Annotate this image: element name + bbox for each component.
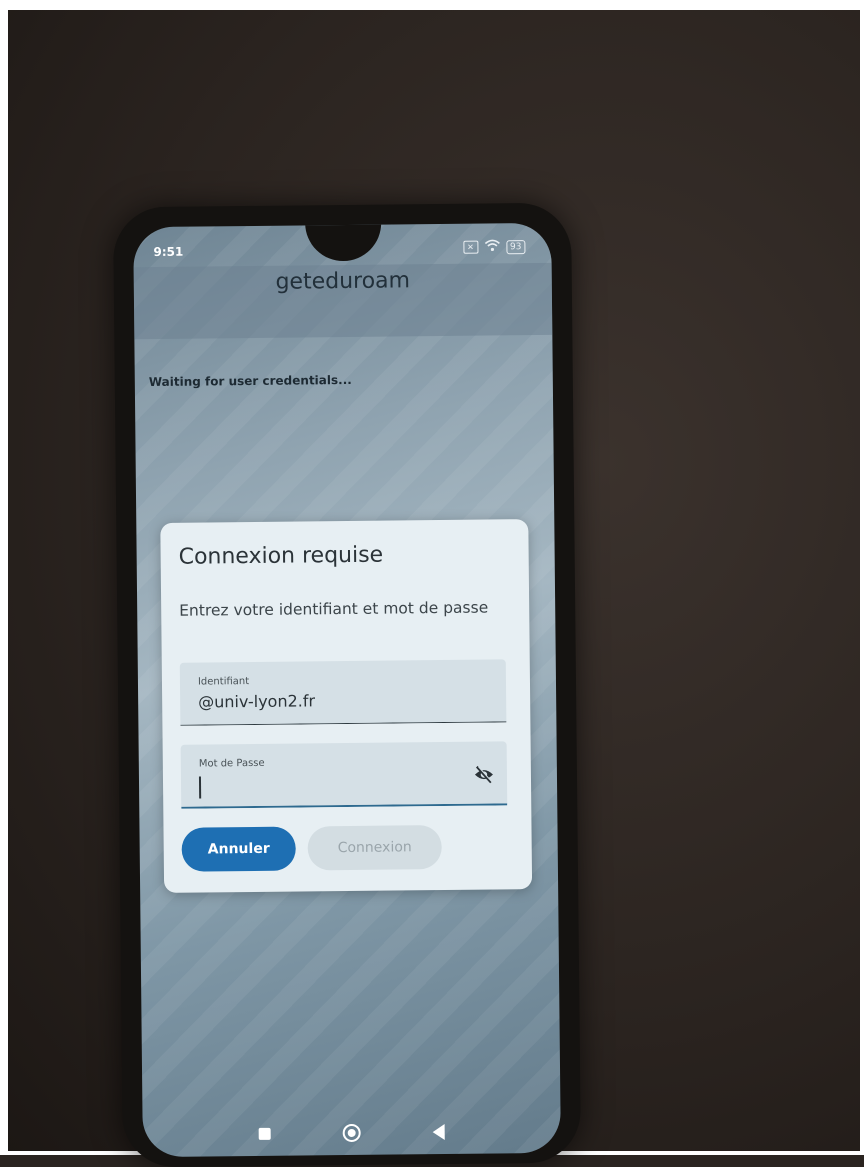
identifier-label: Identifiant bbox=[197, 676, 250, 688]
status-time: 9:51 bbox=[153, 244, 184, 260]
back-icon[interactable] bbox=[432, 1124, 445, 1141]
phone: 9:51 ✕ 93 geteduroam Waiting for user cr… bbox=[112, 202, 582, 1167]
app-title: geteduroam bbox=[275, 268, 411, 295]
login-dialog: Connexion requise Entrez votre identifia… bbox=[160, 519, 533, 893]
home-icon[interactable] bbox=[342, 1123, 361, 1143]
navigation-bar bbox=[142, 1109, 560, 1157]
status-message: Waiting for user credentials... bbox=[148, 372, 352, 390]
eye-off-icon[interactable] bbox=[473, 763, 495, 785]
connect-button[interactable]: Connexion bbox=[307, 825, 442, 871]
dialog-message: Entrez votre identifiant et mot de passe bbox=[179, 598, 489, 620]
battery-icon: 93 bbox=[505, 239, 526, 254]
wifi-icon bbox=[484, 239, 500, 254]
identifier-input[interactable]: @univ-lyon2.fr bbox=[198, 691, 315, 711]
dialog-title: Connexion requise bbox=[178, 542, 384, 570]
text-caret bbox=[198, 776, 202, 799]
sim-icon: ✕ bbox=[462, 240, 479, 254]
phone-screen: 9:51 ✕ 93 geteduroam Waiting for user cr… bbox=[133, 222, 561, 1158]
password-label: Mot de Passe bbox=[198, 757, 265, 770]
frame-border bbox=[0, 0, 864, 10]
cancel-button[interactable]: Annuler bbox=[181, 826, 296, 872]
frame-border bbox=[860, 0, 864, 1155]
password-field[interactable]: Mot de Passe bbox=[180, 741, 508, 809]
status-icons: ✕ 93 bbox=[462, 239, 526, 255]
identifier-field[interactable]: Identifiant @univ-lyon2.fr bbox=[179, 659, 507, 726]
frame-border bbox=[0, 0, 8, 1155]
recents-icon[interactable] bbox=[258, 1127, 271, 1140]
